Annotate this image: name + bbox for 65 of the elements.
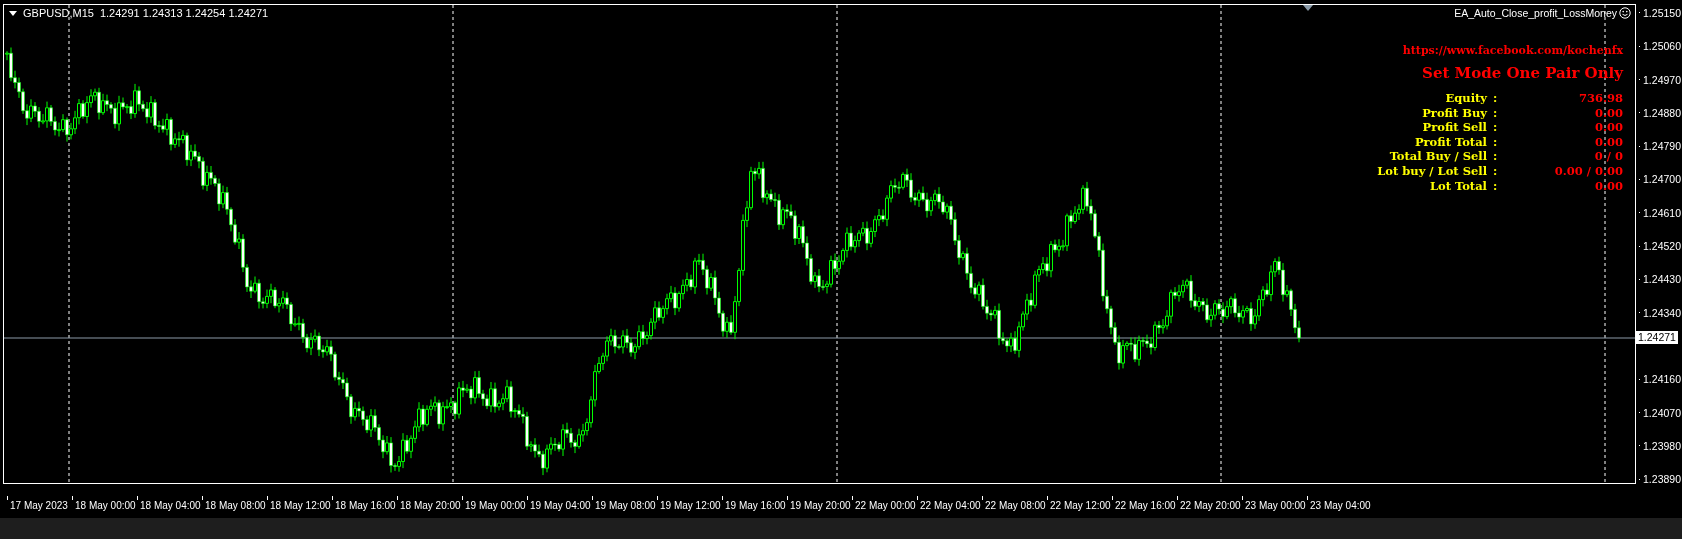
stat-label: Total Buy / Sell [1389, 149, 1487, 164]
stat-value: 0.00 / 0.00 [1554, 163, 1623, 179]
time-label: 18 May 04:00 [140, 499, 201, 511]
stat-label: Equity [1445, 91, 1487, 106]
price-label: 1.24070 [1643, 406, 1681, 419]
link-text: https://www.facebook.com/kochenfx [1402, 44, 1623, 58]
time-label: 19 May 08:00 [595, 499, 656, 511]
time-label: 23 May 00:00 [1245, 499, 1306, 511]
price-label: 1.25060 [1643, 40, 1681, 53]
time-label: 19 May 16:00 [725, 499, 786, 511]
smiley-icon[interactable] [1619, 7, 1631, 19]
stat-label: Profit Sell [1422, 120, 1487, 135]
stat-label: Lot Total [1429, 178, 1487, 194]
time-label: 22 May 04:00 [920, 499, 981, 511]
stat-value: 0 / 0 [1594, 149, 1623, 164]
price-label: 1.24880 [1643, 106, 1681, 119]
time-label: 22 May 12:00 [1050, 499, 1111, 511]
stat-value: 736.98 [1579, 91, 1623, 106]
time-label: 18 May 08:00 [205, 499, 266, 511]
price-label: 1.24790 [1643, 140, 1681, 153]
colon-separator: : [1492, 163, 1498, 179]
price-label: 1.24700 [1643, 173, 1681, 186]
time-label: 18 May 16:00 [335, 499, 396, 511]
price-label: 1.23890 [1643, 473, 1681, 486]
stat-label: Profit Buy [1422, 105, 1487, 121]
price-label: 1.24970 [1643, 73, 1681, 86]
time-label: 19 May 20:00 [790, 499, 851, 511]
stat-label: Lot buy / Lot Sell [1377, 163, 1487, 179]
colon-separator: : [1492, 149, 1498, 164]
ohlc-values: 1.24291 1.24313 1.24254 1.24271 [99, 7, 269, 19]
shift-marker-icon[interactable] [1303, 5, 1313, 11]
time-label: 23 May 04:00 [1310, 499, 1371, 511]
time-label: 17 May 2023 [10, 499, 68, 511]
stat-value: 0.00 [1595, 134, 1623, 150]
time-label: 18 May 12:00 [270, 499, 331, 511]
time-label: 19 May 00:00 [465, 499, 526, 511]
time-label: 22 May 08:00 [985, 499, 1046, 511]
stat-label: Profit Total [1414, 134, 1487, 150]
time-label: 18 May 00:00 [75, 499, 136, 511]
current-price-label: 1.24271 [1636, 331, 1678, 344]
price-label: 1.24340 [1643, 306, 1681, 319]
time-label: 22 May 00:00 [855, 499, 916, 511]
dropdown-icon[interactable] [9, 10, 17, 16]
stat-value: 0.00 [1595, 105, 1623, 121]
price-label: 1.24520 [1643, 240, 1681, 253]
price-label: 1.23980 [1643, 439, 1681, 452]
symbol-title: GBPUSD,M15 [23, 7, 94, 19]
colon-separator: : [1492, 91, 1498, 106]
time-label: 19 May 12:00 [660, 499, 721, 511]
colon-separator: : [1492, 134, 1498, 150]
time-label: 19 May 04:00 [530, 499, 591, 511]
stat-value: 0.00 [1595, 178, 1623, 194]
mode-heading: Set Mode One Pair Only [1422, 63, 1623, 83]
price-label: 1.25150 [1643, 6, 1681, 19]
colon-separator: : [1492, 178, 1498, 194]
price-label: 1.24160 [1643, 373, 1681, 386]
price-label: 1.24430 [1643, 273, 1681, 286]
price-label: 1.24610 [1643, 206, 1681, 219]
time-label: 18 May 20:00 [400, 499, 461, 511]
time-label: 22 May 20:00 [1180, 499, 1241, 511]
colon-separator: : [1492, 120, 1498, 135]
stat-value: 0.00 [1595, 120, 1623, 135]
expert-name: EA_Auto_Close_profit_LossMoney [1454, 7, 1617, 19]
colon-separator: : [1492, 105, 1498, 121]
time-label: 22 May 16:00 [1115, 499, 1176, 511]
